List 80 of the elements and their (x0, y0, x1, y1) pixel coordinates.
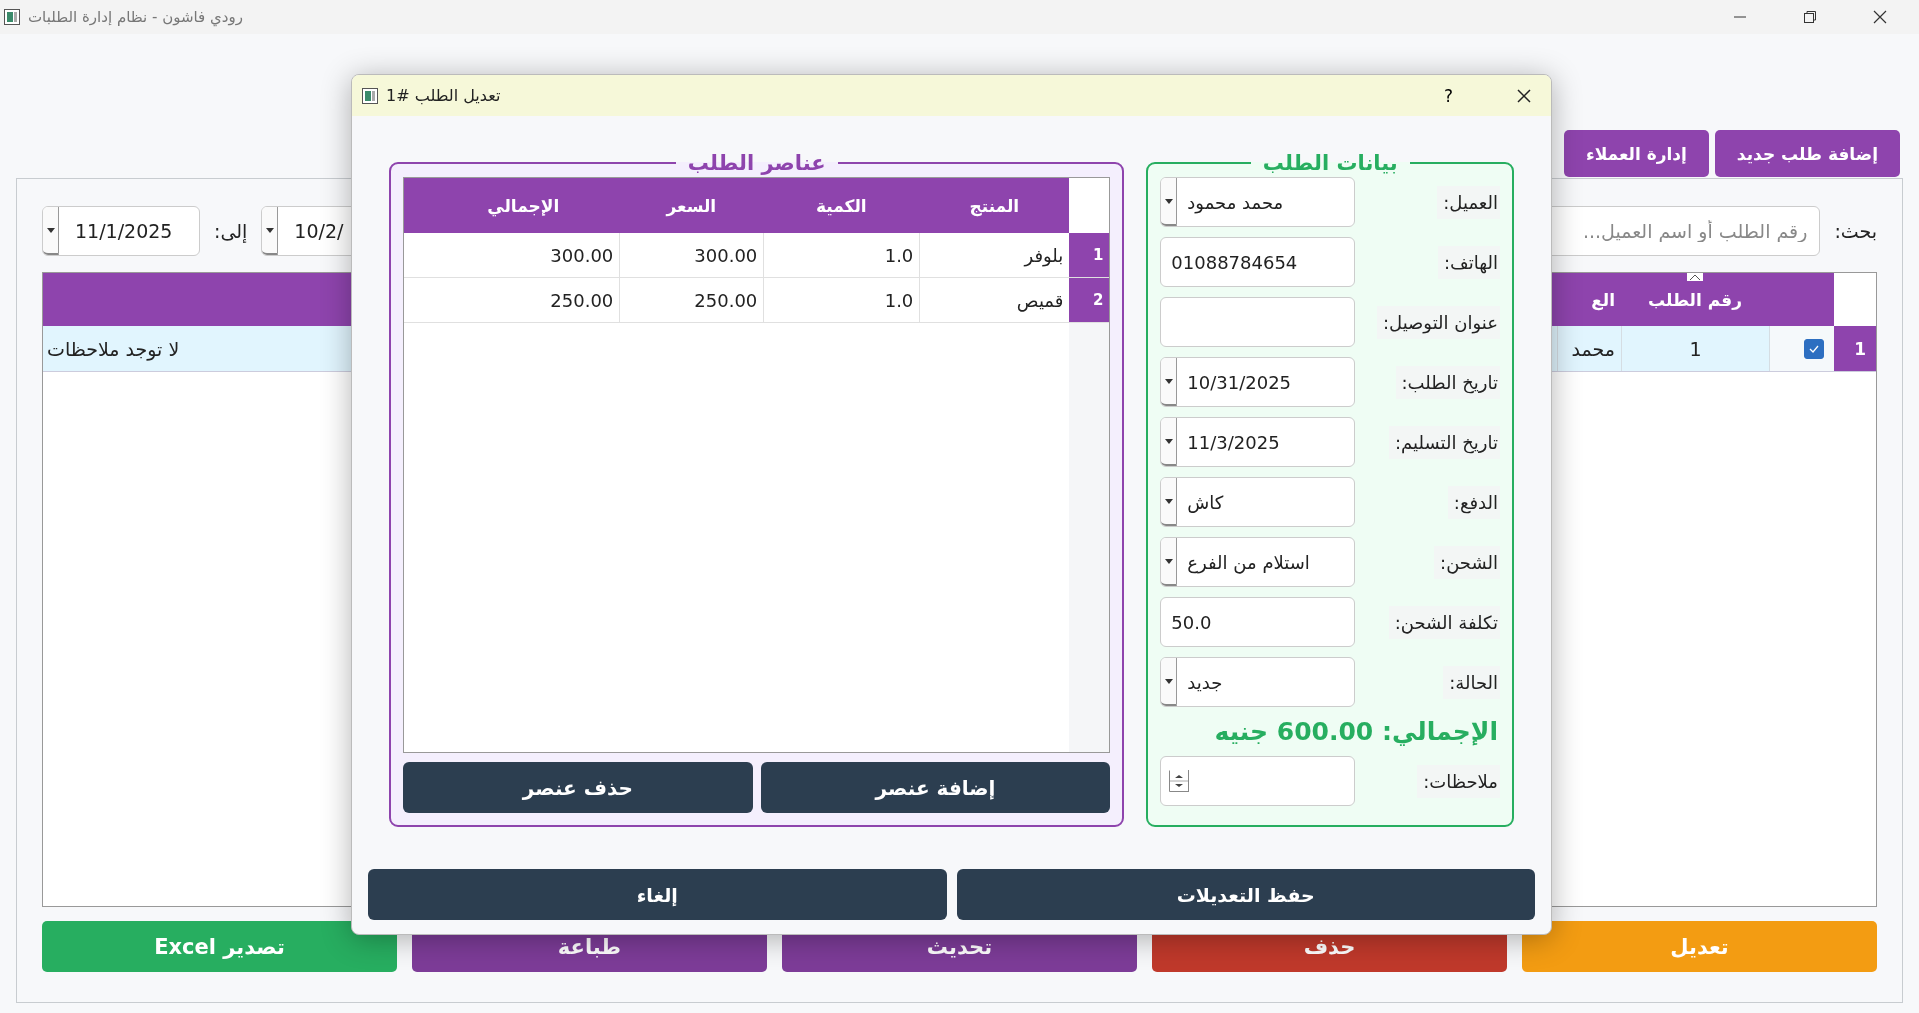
dialog-button[interactable]: حفظ التعديلات (956, 869, 1535, 920)
dropdown-button[interactable] (1161, 418, 1178, 467)
dropdown-button[interactable] (1161, 478, 1178, 527)
field-label: الدفع: (1447, 485, 1500, 519)
dialog-title: تعديل الطلب #1 (386, 86, 501, 106)
caret-icon (265, 227, 274, 233)
field-label: العميل: (1437, 185, 1500, 219)
spinner-icon (1169, 770, 1190, 793)
window-title: رودي فاشون - نظام إدارة الطلبات (28, 8, 243, 26)
group-title: بيانات الطلب (1261, 151, 1399, 176)
dropdown-field[interactable]: محمد محمود (1160, 177, 1356, 228)
column-header[interactable]: الع (1557, 273, 1621, 326)
row-header: 2 (1069, 278, 1110, 323)
text-field[interactable]: 01088784654 (1160, 237, 1356, 288)
field-label: تكلفة الشحن: (1388, 605, 1500, 639)
table-cell: محمد (1557, 326, 1621, 371)
dropdown-button[interactable] (43, 207, 59, 255)
help-button[interactable]: ? (1439, 85, 1457, 106)
table-cell: 1.0 (763, 233, 920, 278)
table-cell: 1.0 (763, 278, 920, 323)
row-header: 1 (1069, 233, 1110, 278)
dropdown-field[interactable]: 10/31/2025 (1160, 357, 1356, 408)
to-label: إلى: (214, 220, 248, 242)
close-icon (1517, 88, 1531, 103)
column-header[interactable]: السعر (619, 178, 764, 234)
dropdown-button[interactable] (1161, 658, 1178, 707)
field-label: عنوان التوصيل: (1376, 305, 1500, 339)
checkmark-icon (1809, 344, 1819, 353)
table-cell: بلوفر (919, 233, 1070, 278)
search-label: بحث: (1834, 220, 1877, 242)
table-cell: 250.00 (619, 278, 764, 323)
restore-icon (1803, 10, 1817, 24)
dropdown-field[interactable]: كاش (1160, 477, 1356, 528)
checkbox[interactable] (1804, 338, 1824, 359)
table-cell: 1 (1621, 326, 1769, 371)
app-icon (362, 87, 378, 104)
column-header (1769, 273, 1834, 326)
dropdown-button[interactable] (1161, 178, 1178, 227)
table-cell: قميص (919, 278, 1070, 323)
table-cell-text: 300.00 (549, 243, 615, 268)
column-header[interactable]: الكمية (763, 178, 920, 234)
caret-icon (1164, 558, 1173, 564)
notes-field[interactable] (1160, 756, 1356, 807)
dropdown-button[interactable] (1161, 538, 1178, 587)
caret-icon (1164, 438, 1173, 444)
item-button[interactable]: إضافة عنصر (760, 762, 1111, 814)
field-label: ملاحظات: (1417, 764, 1500, 798)
table-cell-text: لا توجد ملاحظات (46, 336, 181, 363)
dropdown-button[interactable] (262, 207, 279, 255)
dropdown-field[interactable]: استلام من الفرع (1160, 537, 1356, 588)
field-label: تاريخ الطلب: (1395, 365, 1500, 399)
caret-icon (1164, 198, 1173, 204)
row-header: 1 (1834, 326, 1876, 371)
dropdown-field[interactable]: جديد (1160, 657, 1356, 708)
app-icon (4, 9, 20, 25)
field-label: الهاتف: (1438, 245, 1500, 279)
text-field[interactable]: 50.0 (1160, 597, 1356, 648)
table-cell: 300.00 (619, 233, 764, 278)
dropdown-field[interactable]: 11/3/2025 (1160, 417, 1356, 468)
dialog-button[interactable]: إلغاء (368, 869, 947, 920)
column-header[interactable]: المنتج (919, 178, 1070, 234)
toolbar-button[interactable]: إضافة طلب جديد (1714, 130, 1900, 177)
column-header[interactable]: رقم الطلب (1621, 273, 1769, 326)
field-label: الشحن: (1434, 545, 1500, 579)
item-button[interactable]: حذف عنصر (403, 762, 753, 814)
field-label: تاريخ التسليم: (1389, 425, 1500, 459)
caret-icon (1164, 678, 1173, 684)
text-field[interactable] (1160, 297, 1356, 348)
caret-icon (1164, 498, 1173, 504)
table-cell-text: 250.00 (549, 288, 615, 313)
toolbar-button[interactable]: إدارة العملاء (1563, 130, 1709, 177)
dropdown-button[interactable] (1161, 358, 1178, 407)
group-title: عناصر الطلب (686, 151, 827, 176)
caret-icon (1164, 378, 1173, 384)
date-field[interactable]: 11/1/2025 (42, 206, 200, 256)
column-header[interactable]: الإجمالي (404, 178, 620, 234)
total-amount: الإجمالي: 600.00 جنيه (1213, 717, 1499, 747)
field-label: الحالة: (1443, 665, 1500, 699)
caret-icon (46, 227, 55, 233)
close-icon (1873, 10, 1887, 24)
